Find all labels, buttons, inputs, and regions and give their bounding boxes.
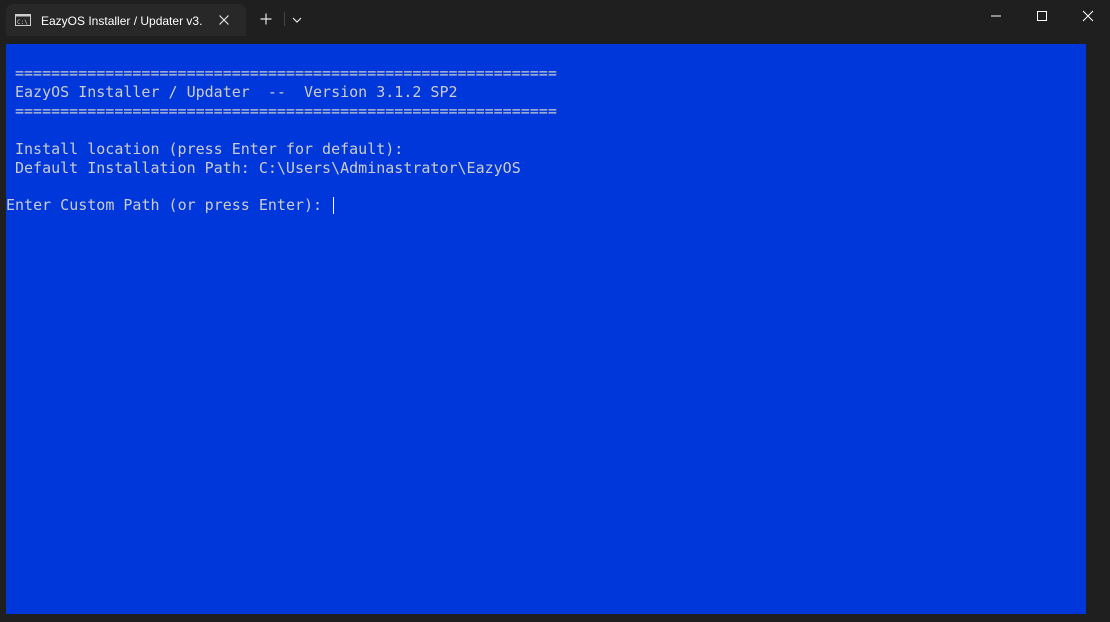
scrollbar-track[interactable] [1086, 44, 1110, 614]
separator-line: ========================================… [15, 102, 557, 120]
install-location-line: Install location (press Enter for defaul… [15, 140, 404, 158]
close-button[interactable] [1065, 0, 1110, 32]
default-path-line: Default Installation Path: C:\Users\Admi… [15, 159, 521, 177]
svg-text:C:\: C:\ [17, 19, 28, 26]
minimize-icon [991, 15, 1001, 17]
maximize-button[interactable] [1019, 0, 1065, 32]
tab-separator [284, 12, 285, 26]
close-icon [1082, 10, 1094, 22]
maximize-icon [1037, 11, 1047, 21]
minimize-button[interactable] [973, 0, 1019, 32]
text-cursor [333, 197, 335, 214]
chevron-down-icon[interactable] [288, 11, 306, 29]
close-icon[interactable] [216, 12, 232, 28]
title-bar[interactable]: C:\ EazyOS Installer / Updater v3. [0, 0, 1110, 36]
terminal-window: C:\ EazyOS Installer / Updater v3. =====… [0, 0, 1110, 622]
terminal-icon: C:\ [15, 14, 31, 26]
separator-line: ========================================… [15, 64, 557, 82]
custom-path-prompt[interactable]: Enter Custom Path (or press Enter): [6, 196, 335, 215]
plus-icon[interactable] [256, 9, 276, 29]
prompt-label: Enter Custom Path (or press Enter): [6, 196, 332, 214]
tab-installer[interactable]: C:\ EazyOS Installer / Updater v3. [6, 4, 246, 36]
terminal-output[interactable]: ========================================… [6, 44, 1086, 614]
installer-title-line: EazyOS Installer / Updater -- Version 3.… [15, 83, 458, 101]
tab-title: EazyOS Installer / Updater v3. [41, 14, 203, 28]
